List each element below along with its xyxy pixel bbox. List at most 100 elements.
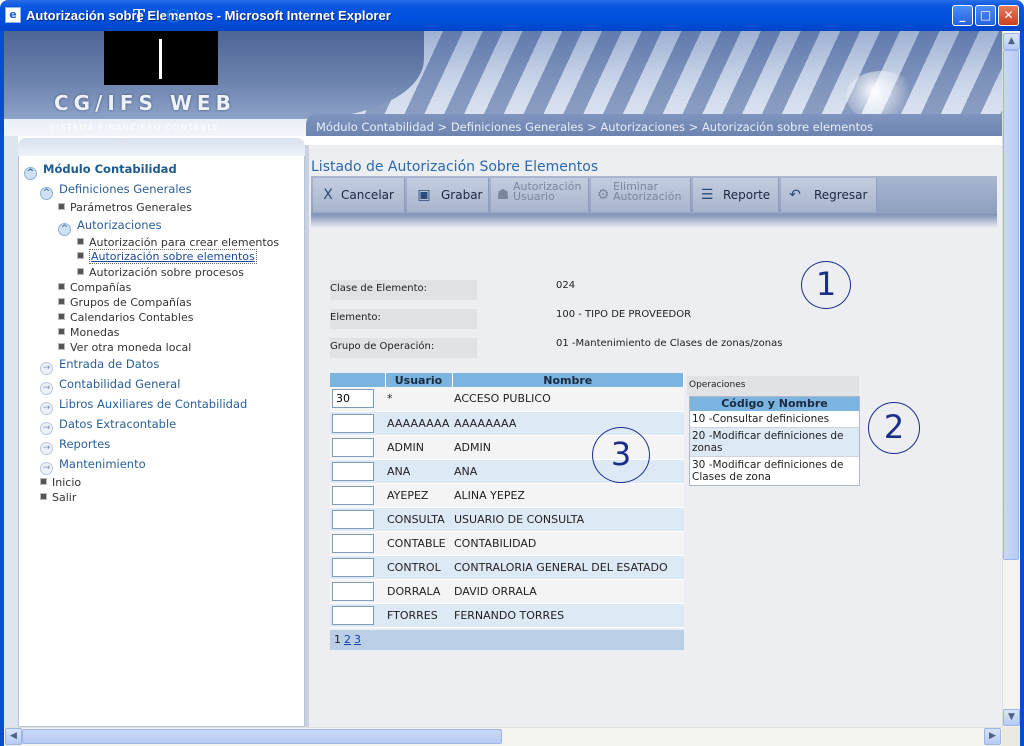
page-title: Listado de Autorización Sobre Elementos bbox=[311, 159, 599, 175]
scroll-left-button[interactable]: ◀ bbox=[5, 728, 22, 745]
sidebar-item-entrada-datos[interactable]: → Entrada de Datos bbox=[40, 357, 159, 375]
scroll-corner bbox=[1002, 727, 1020, 746]
sidebar-item-auth-crear[interactable]: Autorización para crear elementos bbox=[77, 236, 279, 249]
vertical-scroll-thumb[interactable] bbox=[1003, 50, 1019, 560]
user-name-cell: DAVID ORRALA bbox=[452, 579, 684, 604]
sidebar-item-datos-extracontable[interactable]: → Datos Extracontable bbox=[40, 417, 176, 435]
sidebar-item-mantenimiento[interactable]: → Mantenimiento bbox=[40, 457, 146, 475]
gear-delete-icon: ⚙ bbox=[596, 187, 610, 203]
sidebar-item-autorizaciones[interactable]: ^ Autorizaciones bbox=[58, 218, 162, 236]
user-code-cell: CONSULTA bbox=[385, 507, 452, 532]
user-code-cell: AAAAAAAA bbox=[385, 411, 452, 436]
brand-title: CG/IFS WEB bbox=[54, 91, 236, 115]
page-3-link[interactable]: 3 bbox=[354, 633, 361, 646]
operation-item[interactable]: 10 -Consultar definiciones bbox=[690, 411, 859, 428]
minimize-button[interactable]: _ bbox=[952, 5, 973, 26]
user-code-cell: CONTABLE bbox=[385, 531, 452, 556]
sidebar-item-auth-procesos[interactable]: Autorización sobre procesos bbox=[77, 266, 244, 279]
user-permission-input[interactable] bbox=[332, 389, 374, 409]
user-permission-input[interactable] bbox=[332, 461, 374, 481]
user-permission-input[interactable] bbox=[332, 485, 374, 505]
collapse-icon: ^ bbox=[58, 223, 71, 236]
table-row: CONTABLE CONTABILIDAD bbox=[330, 531, 684, 556]
table-header-row: Usuario Nombre bbox=[330, 373, 684, 387]
user-name-cell: CONTRALORIA GENERAL DEL ESATADO bbox=[452, 555, 684, 580]
user-permission-input[interactable] bbox=[332, 437, 374, 457]
sidebar-item-label: Inicio bbox=[52, 476, 82, 489]
sidebar-item-calendarios[interactable]: Calendarios Contables bbox=[58, 311, 193, 324]
table-header-nombre: Nombre bbox=[452, 373, 684, 387]
bullet-icon bbox=[58, 283, 65, 290]
sidebar-item-libros[interactable]: → Libros Auxiliares de Contabilidad bbox=[40, 397, 247, 415]
user-code-cell: * bbox=[385, 387, 452, 412]
user-permission-input[interactable] bbox=[332, 533, 374, 553]
user-permission-input[interactable] bbox=[332, 557, 374, 577]
page-1: 1 bbox=[334, 633, 341, 646]
window-title: Autorización sobre Elementos - Microsoft… bbox=[26, 8, 391, 23]
delete-authorization-button[interactable]: ⚙ Eliminar Autorización bbox=[591, 178, 691, 212]
save-button[interactable]: ▣ Grabar bbox=[407, 178, 489, 212]
close-button[interactable]: ✕ bbox=[998, 5, 1019, 26]
sidebar-item-label: Ver otra moneda local bbox=[70, 341, 192, 354]
sidebar-item-inicio[interactable]: Inicio bbox=[40, 476, 81, 489]
cancel-button[interactable]: X Cancelar bbox=[313, 178, 405, 212]
row-select-cell bbox=[330, 555, 385, 580]
table-row: CONTROL CONTRALORIA GENERAL DEL ESATADO bbox=[330, 555, 684, 580]
scroll-up-button[interactable]: ▲ bbox=[1003, 33, 1020, 50]
table-row: *ACCESO PUBLICO bbox=[330, 387, 684, 412]
user-permission-input[interactable] bbox=[332, 605, 374, 625]
sidebar-item-label: Reportes bbox=[59, 437, 111, 451]
row-select-cell bbox=[330, 387, 385, 412]
operations-column-header: Código y Nombre bbox=[690, 397, 859, 411]
bullet-icon bbox=[58, 203, 65, 210]
user-authorization-button[interactable]: ☗ Autorización Usuario bbox=[491, 178, 589, 212]
scroll-down-button[interactable]: ▼ bbox=[1003, 709, 1020, 726]
user-name-cell: ACCESO PUBLICO bbox=[452, 387, 684, 412]
operations-header: Operaciones bbox=[687, 376, 859, 396]
operation-item[interactable]: 20 -Modificar definiciones de zonas bbox=[690, 428, 859, 457]
sidebar-item-modulo-contabilidad[interactable]: ^ Módulo Contabilidad bbox=[24, 162, 177, 180]
sidebar-item-label: Autorización para crear elementos bbox=[89, 236, 280, 249]
scroll-right-button[interactable]: ▶ bbox=[984, 728, 1001, 745]
row-select-cell bbox=[330, 411, 385, 436]
back-button[interactable]: ↶ Regresar bbox=[781, 178, 877, 212]
cancel-label: Cancelar bbox=[341, 188, 394, 202]
sidebar-item-label: Entrada de Datos bbox=[59, 357, 160, 371]
sidebar-item-salir[interactable]: Salir bbox=[40, 491, 76, 504]
sidebar-item-auth-elementos[interactable]: Autorización sobre elementos bbox=[77, 249, 257, 264]
title-bar: e Autorización sobre Elementos - Microso… bbox=[0, 0, 1024, 31]
user-code-cell: CONTROL bbox=[385, 555, 452, 580]
row-select-cell bbox=[330, 483, 385, 508]
sidebar-item-label: Parámetros Generales bbox=[70, 201, 193, 214]
sidebar-item-grupos[interactable]: Grupos de Compañías bbox=[58, 296, 192, 309]
sidebar-gutter bbox=[4, 136, 18, 727]
operation-item[interactable]: 30 -Modificar definiciones de Clases de … bbox=[690, 457, 859, 485]
user-name-cell: FERNANDO TORRES bbox=[452, 603, 684, 628]
user-permission-input[interactable] bbox=[332, 413, 374, 433]
page-2-link[interactable]: 2 bbox=[344, 633, 351, 646]
logo-divider bbox=[159, 39, 162, 79]
sidebar-item-contabilidad-general[interactable]: → Contabilidad General bbox=[40, 377, 180, 395]
horizontal-scroll-thumb[interactable] bbox=[22, 729, 502, 744]
table-row: FTORRES FERNANDO TORRES bbox=[330, 603, 684, 628]
user-permission-input[interactable] bbox=[332, 581, 374, 601]
sidebar-item-label: Monedas bbox=[70, 326, 120, 339]
sidebar-item-companias[interactable]: Compañías bbox=[58, 281, 131, 294]
user-permission-input[interactable] bbox=[332, 509, 374, 529]
sidebar-item-otra-moneda[interactable]: Ver otra moneda local bbox=[58, 341, 191, 354]
clase-label: Clase de Elemento: bbox=[330, 280, 477, 300]
sidebar-header bbox=[18, 138, 305, 156]
user-name-cell: AAAAAAAA bbox=[452, 411, 684, 436]
row-select-cell bbox=[330, 459, 385, 484]
grupo-value: 01 -Mantenimiento de Clases de zonas/zon… bbox=[556, 338, 783, 349]
sidebar-item-reportes[interactable]: → Reportes bbox=[40, 437, 110, 455]
sidebar-item-label: Autorizaciones bbox=[77, 218, 162, 232]
maximize-button[interactable]: □ bbox=[975, 5, 996, 26]
user-code-cell: ADMIN bbox=[385, 435, 452, 460]
report-button[interactable]: ☰ Reporte bbox=[693, 178, 779, 212]
ie-icon: e bbox=[5, 7, 21, 23]
row-select-cell bbox=[330, 603, 385, 628]
sidebar-item-parametros[interactable]: Parámetros Generales bbox=[58, 201, 192, 214]
sidebar-item-definiciones-generales[interactable]: ^ Definiciones Generales bbox=[40, 182, 192, 200]
sidebar-item-monedas[interactable]: Monedas bbox=[58, 326, 119, 339]
